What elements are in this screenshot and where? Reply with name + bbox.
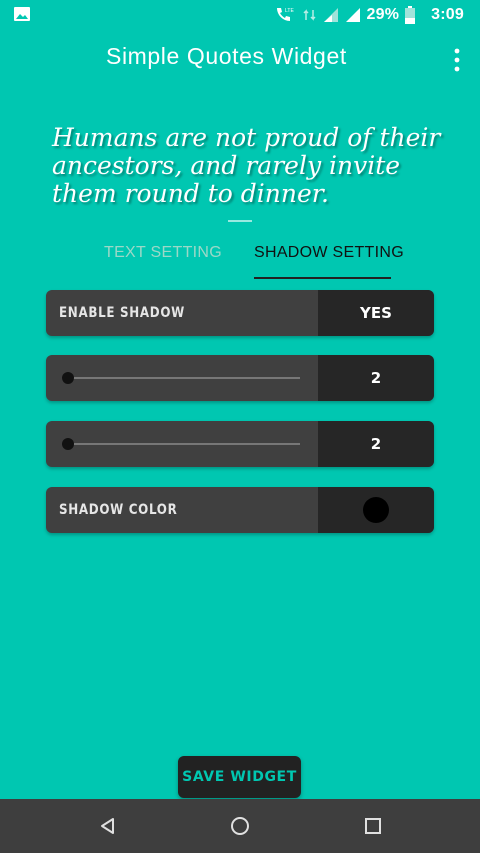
shadow-radius-slider[interactable] (62, 372, 300, 384)
status-bar: LTE 29% 3:09 (0, 0, 480, 30)
clock: 3:09 (431, 6, 464, 23)
save-widget-button[interactable]: SAVE WIDGET (178, 756, 301, 798)
shadow-offset-row: 2 (46, 421, 434, 467)
battery-icon (405, 6, 416, 24)
data-arrows-icon (303, 9, 316, 21)
battery-percent: 29% (366, 6, 400, 23)
shadow-color-picker[interactable] (318, 487, 434, 533)
status-icons: LTE 29% 3:09 (275, 5, 464, 25)
recents-icon[interactable] (361, 814, 385, 838)
slider-thumb[interactable] (62, 372, 74, 384)
shadow-radius-value: 2 (370, 369, 382, 387)
call-lte-icon: LTE (276, 8, 294, 21)
navigation-bar (0, 799, 480, 853)
shadow-offset-slider[interactable] (62, 438, 300, 450)
svg-text:LTE: LTE (285, 8, 294, 14)
shadow-radius-value-box: 2 (318, 355, 434, 401)
tab-bar: TEXT SETTING SHADOW SETTING (0, 232, 480, 282)
shadow-radius-row: 2 (46, 355, 434, 401)
shadow-color-label: SHADOW COLOR (59, 502, 178, 518)
quote-preview: Humans are not proud of their ancestors,… (52, 123, 441, 208)
slider-track (66, 443, 300, 445)
app-title: Simple Quotes Widget (106, 43, 347, 69)
slider-track (66, 377, 300, 379)
signal-icon (323, 8, 338, 22)
signal-icon (345, 8, 360, 22)
more-vert-icon[interactable] (452, 48, 462, 72)
shadow-color-swatch[interactable] (363, 497, 389, 523)
tab-shadow-setting[interactable]: SHADOW SETTING (254, 244, 404, 262)
tab-indicator (254, 277, 391, 279)
shadow-offset-value-box: 2 (318, 421, 434, 467)
app-bar: Simple Quotes Widget (0, 30, 480, 88)
home-icon[interactable] (228, 814, 252, 838)
tab-text-setting[interactable]: TEXT SETTING (104, 244, 222, 262)
quote-author-divider (228, 220, 252, 222)
shadow-offset-value: 2 (370, 435, 382, 453)
shadow-color-row[interactable]: SHADOW COLOR (46, 487, 434, 533)
enable-shadow-toggle[interactable]: YES (318, 290, 434, 336)
back-icon[interactable] (96, 814, 120, 838)
image-icon (14, 7, 30, 21)
enable-shadow-value: YES (360, 304, 392, 322)
slider-thumb[interactable] (62, 438, 74, 450)
enable-shadow-label: ENABLE SHADOW (59, 305, 185, 321)
enable-shadow-row[interactable]: ENABLE SHADOW YES (46, 290, 434, 336)
